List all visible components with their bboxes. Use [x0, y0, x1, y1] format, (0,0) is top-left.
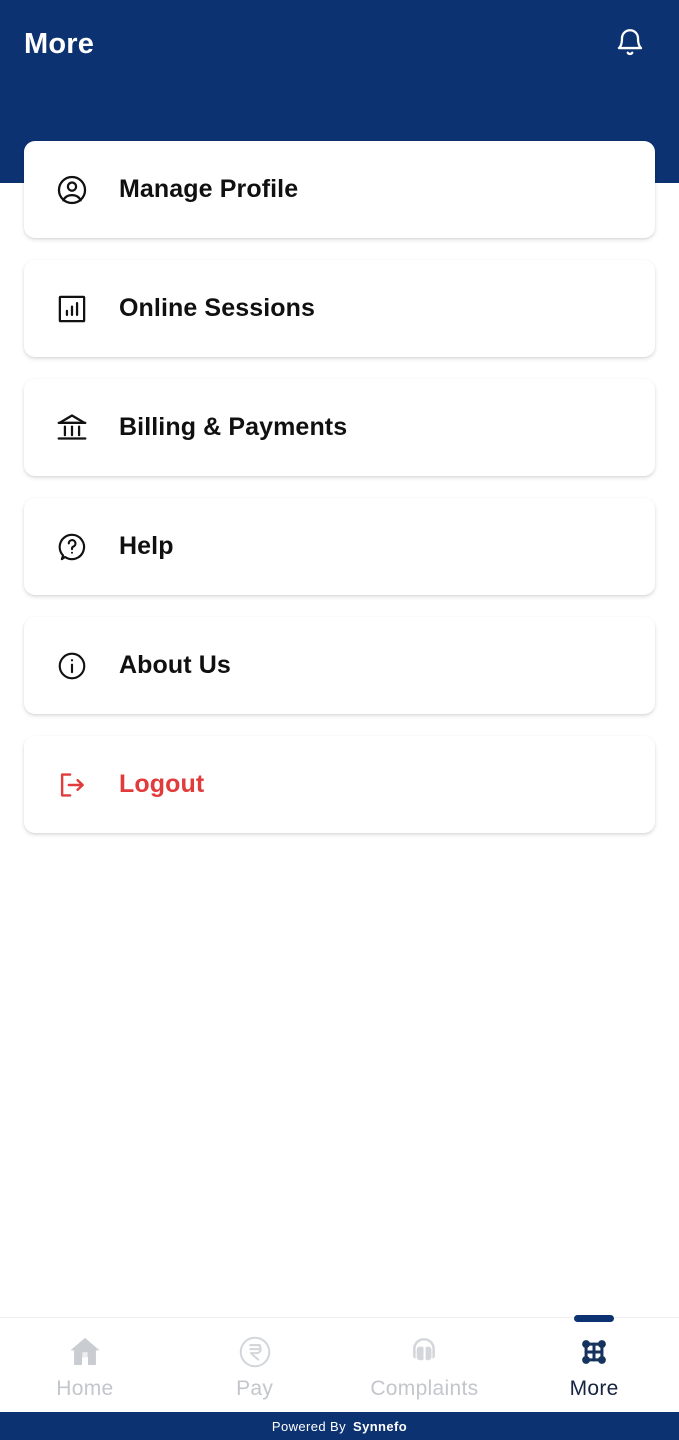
menu-item-label: About Us	[119, 651, 231, 679]
menu-item-about-us[interactable]: About Us	[24, 617, 655, 714]
menu-item-manage-profile[interactable]: Manage Profile	[24, 141, 655, 238]
menu-item-online-sessions[interactable]: Online Sessions	[24, 260, 655, 357]
bell-icon	[614, 27, 646, 64]
notification-bell-button[interactable]	[609, 24, 651, 66]
menu-item-label: Billing & Payments	[119, 413, 348, 441]
menu-item-logout[interactable]: Logout	[24, 736, 655, 833]
app-root: More Manage Profile Online Sessions Bill…	[0, 0, 679, 1440]
powered-by-footer: Powered By Synnefo	[0, 1412, 679, 1440]
bar-chart-box-icon	[50, 287, 94, 331]
menu-item-help[interactable]: Help	[24, 498, 655, 595]
question-bubble-icon	[50, 525, 94, 569]
menu-item-billing-payments[interactable]: Billing & Payments	[24, 379, 655, 476]
more-menu-list: Manage Profile Online Sessions Billing &…	[0, 141, 679, 833]
nav-tab-pay[interactable]: Pay	[170, 1318, 340, 1413]
grid-nodes-icon	[575, 1331, 613, 1373]
user-circle-icon	[50, 168, 94, 212]
bottom-navigation-bar: Home Pay Complaints More	[0, 1315, 679, 1413]
nav-tab-home[interactable]: Home	[0, 1318, 170, 1413]
info-circle-icon	[50, 644, 94, 688]
nav-tab-complaints[interactable]: Complaints	[340, 1318, 510, 1413]
nav-tab-label: More	[569, 1376, 619, 1400]
nav-tab-more[interactable]: More	[509, 1315, 679, 1413]
menu-item-label: Help	[119, 532, 174, 560]
page-title: More	[24, 28, 95, 61]
logout-icon	[50, 763, 94, 807]
footer-prefix: Powered By	[271, 1418, 346, 1434]
header-row: More	[0, 0, 679, 66]
home-icon	[66, 1331, 104, 1373]
nav-tab-label: Home	[56, 1376, 114, 1400]
menu-item-label: Manage Profile	[119, 175, 299, 203]
headset-icon	[405, 1331, 443, 1373]
nav-tab-label: Complaints	[370, 1376, 479, 1400]
rupee-circle-icon	[236, 1331, 274, 1373]
menu-item-label: Online Sessions	[119, 294, 316, 322]
bank-icon	[50, 406, 94, 450]
active-tab-indicator	[574, 1315, 615, 1322]
footer-brand: Synnefo	[353, 1418, 408, 1434]
menu-item-label: Logout	[119, 770, 205, 798]
nav-tab-label: Pay	[236, 1376, 274, 1400]
